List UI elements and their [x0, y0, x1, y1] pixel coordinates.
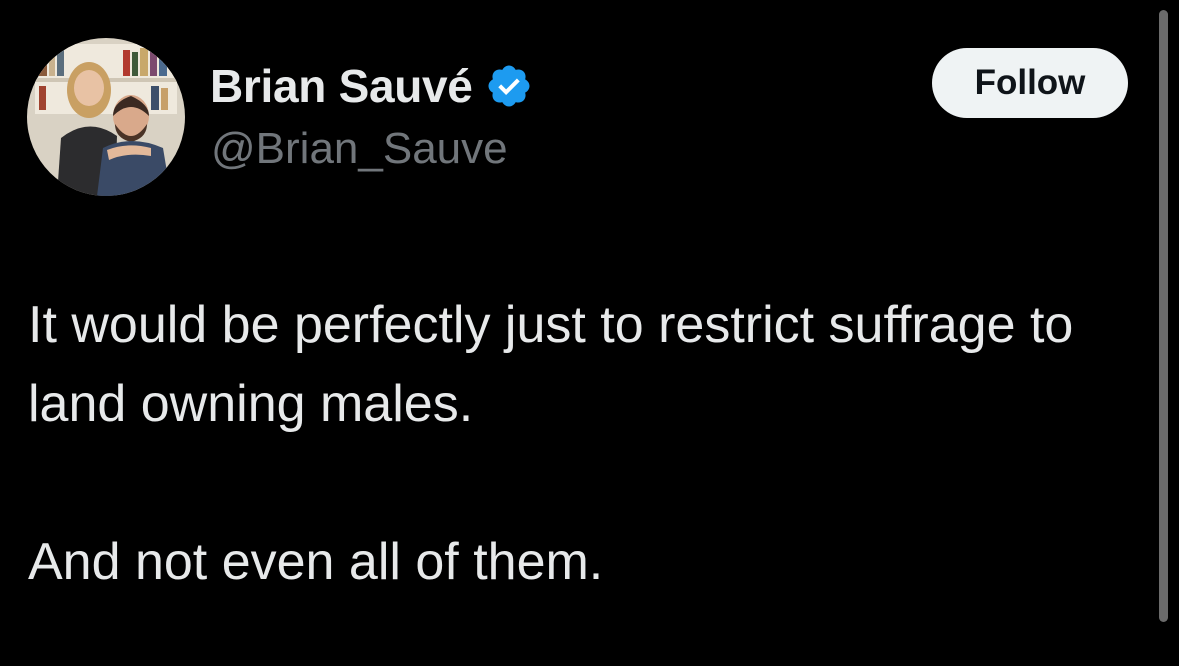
- user-handle[interactable]: @Brian_Sauve: [211, 124, 508, 174]
- tweet-text: It would be perfectly just to restrict s…: [28, 286, 1138, 602]
- verified-badge-icon[interactable]: [485, 62, 533, 110]
- tweet-line: It would be perfectly just to restrict s…: [28, 296, 1074, 433]
- avatar[interactable]: [27, 38, 185, 196]
- follow-button[interactable]: Follow: [932, 48, 1128, 118]
- display-name-row: Brian Sauvé: [210, 58, 533, 114]
- tweet-line: And not even all of them.: [28, 533, 604, 591]
- scrollbar-thumb[interactable]: [1159, 10, 1168, 622]
- display-name[interactable]: Brian Sauvé: [210, 59, 473, 113]
- profile-photo-icon: [27, 38, 185, 196]
